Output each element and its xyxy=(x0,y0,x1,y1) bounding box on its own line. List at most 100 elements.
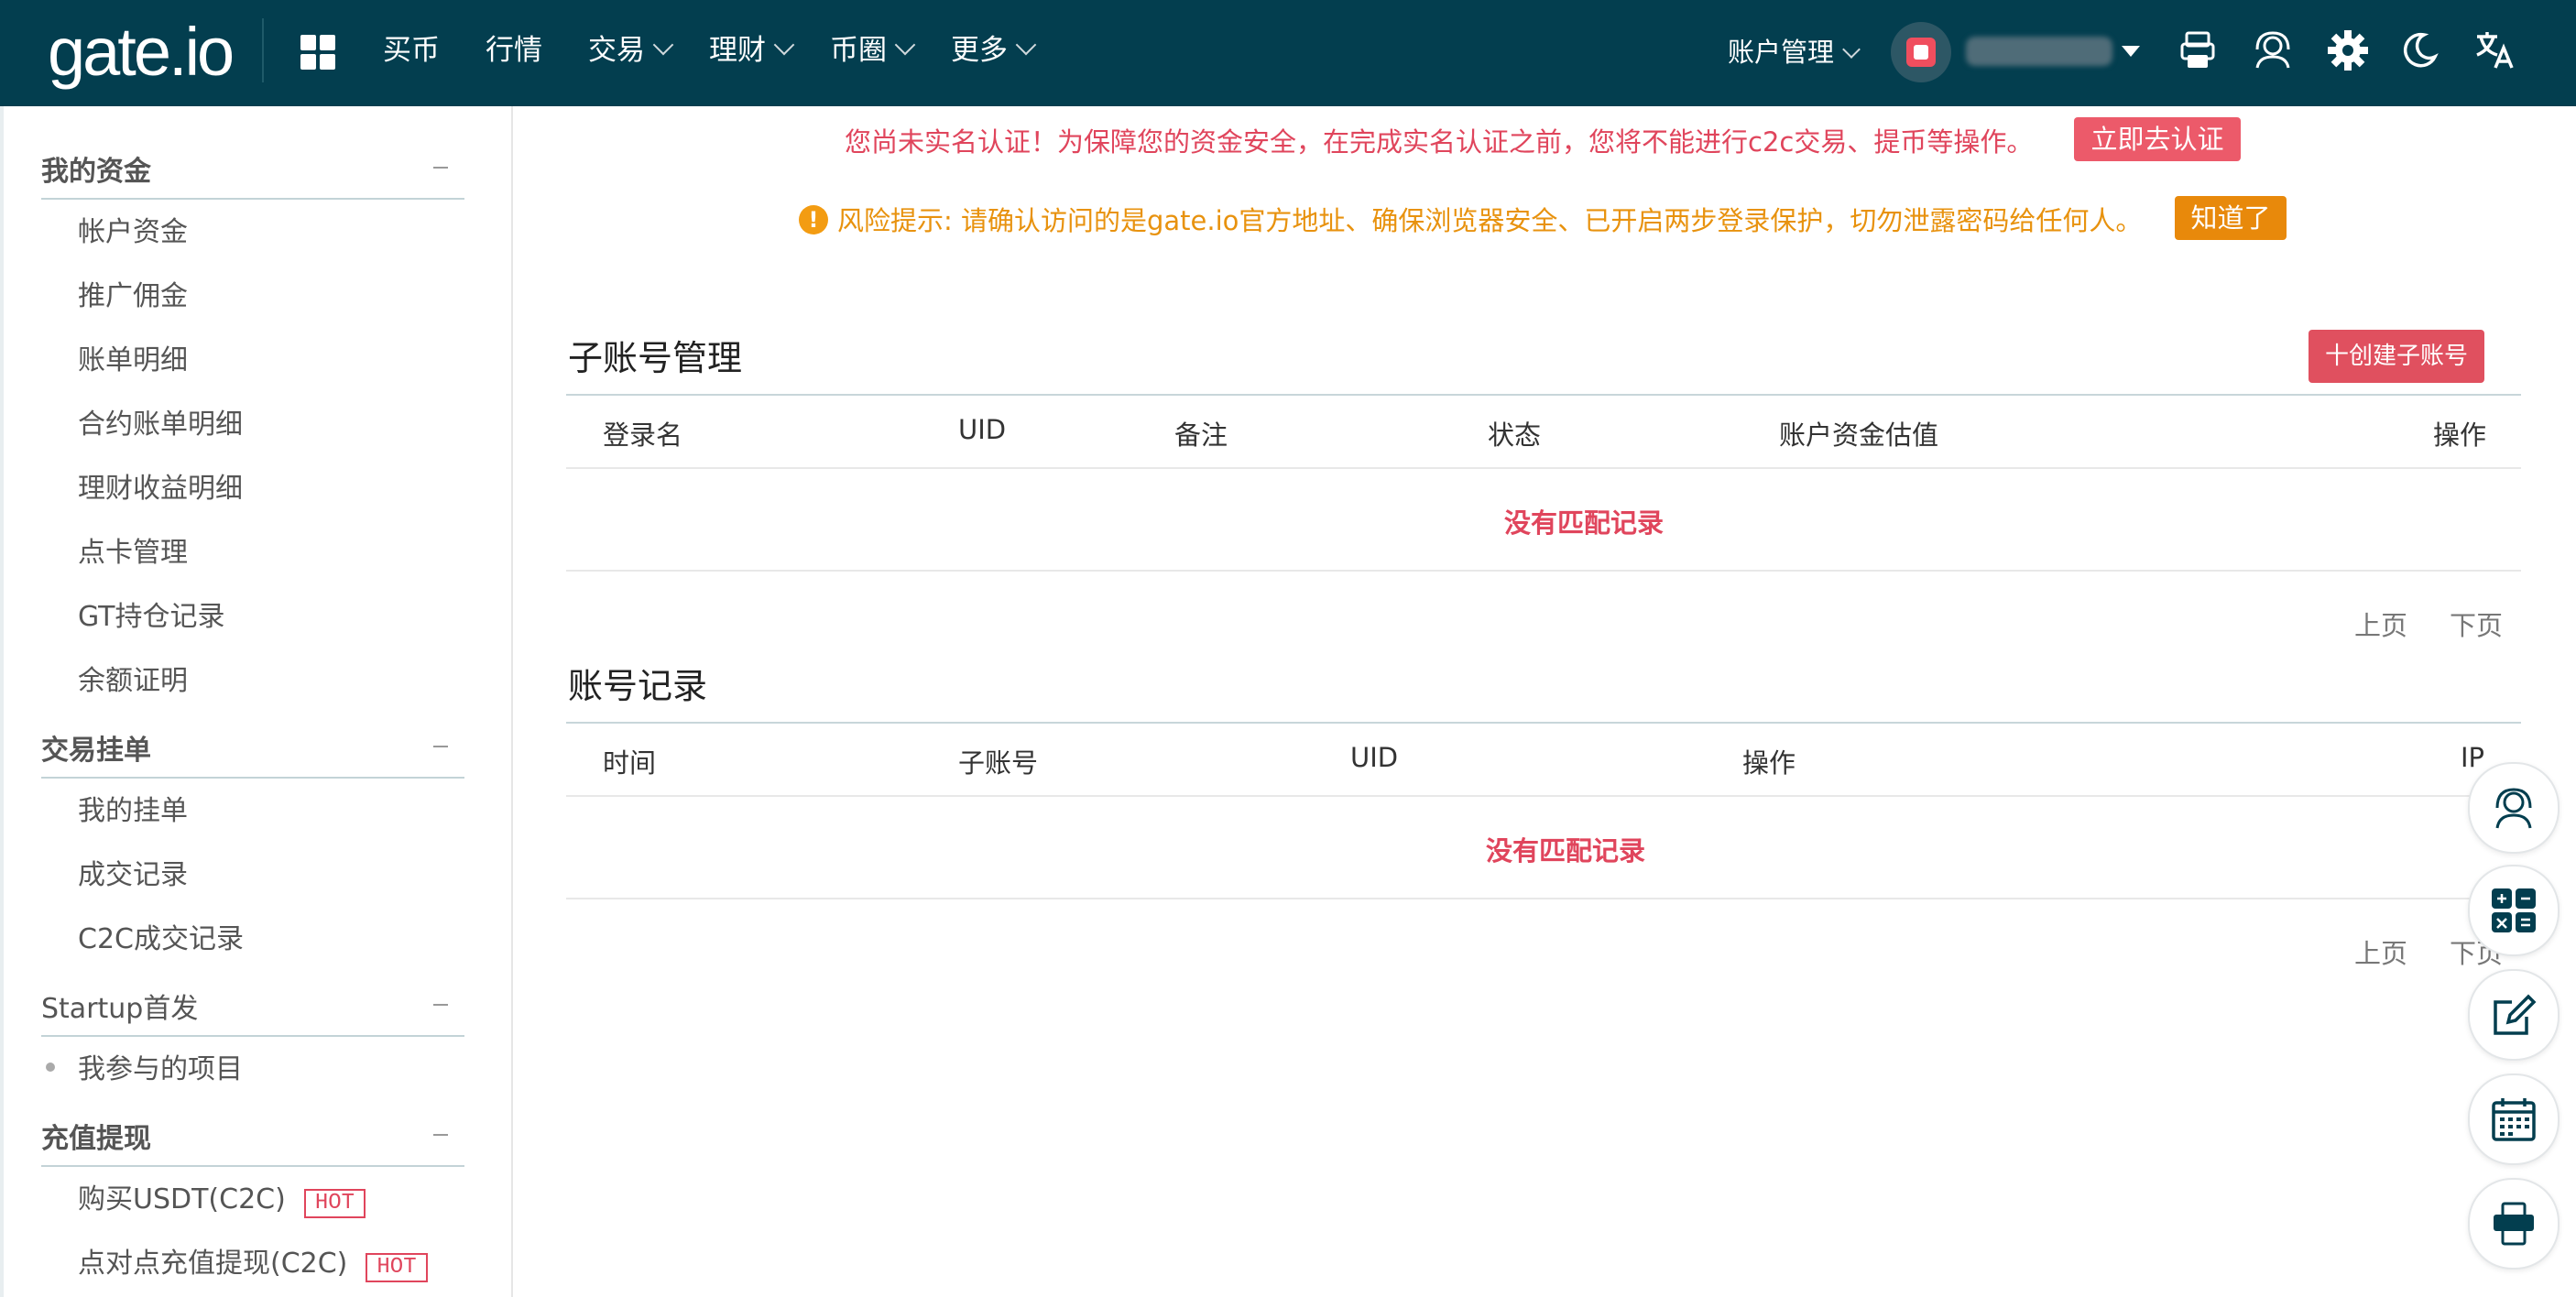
account-records-title: 账号记录 xyxy=(568,666,708,706)
risk-notice: 风险提示: 请确认访问的是gate.io官方地址、确保浏览器安全、已开启两步登录… xyxy=(837,205,2143,236)
logo-divider xyxy=(262,18,264,82)
sidebar-item-label: 理财收益明细 xyxy=(78,473,243,505)
collapse-icon[interactable] xyxy=(433,1004,448,1006)
bullet-icon xyxy=(46,1063,55,1072)
customer-service-icon xyxy=(2495,788,2532,829)
calendar-button[interactable] xyxy=(2468,1074,2560,1165)
next-page-button[interactable]: 下页 xyxy=(2450,605,2503,643)
chevron-down-icon xyxy=(1842,40,1861,59)
col-actions: 操作 xyxy=(2433,420,2487,451)
dark-mode-icon[interactable] xyxy=(2396,27,2442,73)
sidebar-item-my-orders[interactable]: 我的挂单 xyxy=(78,788,188,828)
table-divider xyxy=(566,394,2521,396)
nav-trade[interactable]: 交易 xyxy=(588,27,674,73)
hot-badge: HOT xyxy=(366,1253,428,1282)
chevron-down-icon xyxy=(1015,34,1037,56)
apps-grid-icon[interactable] xyxy=(300,35,335,70)
sidebar-item-label: 余额证明 xyxy=(78,665,188,697)
table-divider xyxy=(566,570,2521,572)
language-icon[interactable] xyxy=(2472,27,2517,73)
sidebar-item-label: 点对点充值提现(C2C) xyxy=(78,1248,348,1280)
sidebar-item-gt-holdings[interactable]: GT持仓记录 xyxy=(78,594,225,634)
sidebar-item-p2p-deposit[interactable]: 点对点充值提现(C2C) HOT xyxy=(78,1240,428,1282)
sidebar-item-referral-commission[interactable]: 推广佣金 xyxy=(78,273,188,313)
settings-icon[interactable] xyxy=(2325,27,2371,73)
app-button[interactable] xyxy=(2468,1178,2560,1270)
section-title: 充值提现 xyxy=(41,1123,151,1155)
edit-button[interactable] xyxy=(2468,969,2560,1061)
sidebar-item-label: 合约账单明细 xyxy=(78,409,243,441)
sidebar-item-point-card[interactable]: 点卡管理 xyxy=(78,529,188,570)
col-asset-valuation: 账户资金估值 xyxy=(1779,420,1939,451)
sidebar-section-deposit-withdraw[interactable]: 充值提现 xyxy=(41,1108,464,1167)
kyc-notice: 您尚未实名认证！为保障您的资金安全，在完成实名认证之前，您将不能进行c2c交易、… xyxy=(845,126,2034,158)
chevron-down-icon xyxy=(894,34,916,56)
sidebar-item-label: 推广佣金 xyxy=(78,280,188,312)
calculator-icon xyxy=(2492,888,2536,932)
gateio-logo[interactable]: gate.io xyxy=(48,13,235,92)
prev-page-button[interactable]: 上页 xyxy=(2354,932,2407,971)
app-icon xyxy=(2494,1202,2534,1246)
nav-label: 买币 xyxy=(383,34,440,67)
app-download-icon[interactable] xyxy=(2175,27,2221,73)
sidebar-item-trade-history[interactable]: 成交记录 xyxy=(78,852,188,892)
sidebar-section-orders[interactable]: 交易挂单 xyxy=(41,720,464,779)
sidebar-item-my-projects[interactable]: 我参与的项目 xyxy=(46,1046,243,1086)
sidebar-item-label: 我参与的项目 xyxy=(78,1053,243,1085)
empty-records: 没有匹配记录 xyxy=(1504,507,1665,539)
collapse-icon[interactable] xyxy=(433,1134,448,1136)
sidebar-item-label: GT持仓记录 xyxy=(78,601,225,633)
support-icon[interactable] xyxy=(2250,27,2296,73)
section-title: 交易挂单 xyxy=(41,735,151,767)
sidebar-item-bill-details[interactable]: 账单明细 xyxy=(78,337,188,377)
customer-service-button[interactable] xyxy=(2468,762,2560,854)
calculator-button[interactable] xyxy=(2468,865,2560,956)
sidebar-item-label: 我的挂单 xyxy=(78,795,188,827)
sidebar-item-earnings-details[interactable]: 理财收益明细 xyxy=(78,465,243,506)
avatar[interactable] xyxy=(1891,22,1951,82)
nav-markets[interactable]: 行情 xyxy=(486,27,542,73)
table-divider xyxy=(566,722,2521,724)
sidebar-item-futures-bills[interactable]: 合约账单明细 xyxy=(78,401,243,441)
collapse-icon[interactable] xyxy=(433,746,448,747)
username-blurred[interactable] xyxy=(1966,37,2112,66)
chevron-down-icon xyxy=(652,34,674,56)
nav-buy-coins[interactable]: 买币 xyxy=(383,27,440,73)
sidebar-edge xyxy=(0,106,4,1297)
prev-page-button[interactable]: 上页 xyxy=(2354,605,2407,643)
table-divider xyxy=(566,467,2521,469)
col-operation: 操作 xyxy=(1742,747,1796,779)
got-it-button[interactable]: 知道了 xyxy=(2175,196,2287,240)
sidebar-item-label: 帐户资金 xyxy=(78,216,188,248)
sidebar-item-account-funds[interactable]: 帐户资金 xyxy=(78,209,188,249)
top-navbar: gate.io 买币 行情 交易 理财 币圈 更多 账户管理 xyxy=(0,0,2576,106)
create-subaccount-button[interactable]: 十创建子账号 xyxy=(2309,330,2484,383)
nav-community[interactable]: 币圈 xyxy=(830,27,916,73)
collapse-icon[interactable] xyxy=(433,167,448,169)
edit-icon xyxy=(2494,994,2537,1035)
sidebar-item-label: 成交记录 xyxy=(78,859,188,891)
col-status: 状态 xyxy=(1488,420,1542,451)
sidebar-item-proof-of-reserves[interactable]: 余额证明 xyxy=(78,658,188,698)
caret-down-icon[interactable] xyxy=(2122,46,2140,57)
col-subaccount: 子账号 xyxy=(958,747,1039,779)
account-management-menu[interactable]: 账户管理 xyxy=(1728,29,1861,75)
nav-label: 交易 xyxy=(588,34,645,67)
sidebar-item-label: 账单明细 xyxy=(78,344,188,376)
account-menu-label: 账户管理 xyxy=(1728,37,1835,68)
sidebar-item-buy-usdt[interactable]: 购买USDT(C2C) HOT xyxy=(78,1176,366,1218)
nav-label: 币圈 xyxy=(830,34,887,67)
sidebar-section-funds[interactable]: 我的资金 xyxy=(41,141,464,200)
section-title: Startup首发 xyxy=(41,993,199,1025)
nav-finance[interactable]: 理财 xyxy=(709,27,795,73)
sidebar-section-startup[interactable]: Startup首发 xyxy=(41,978,464,1037)
hot-badge: HOT xyxy=(303,1189,366,1218)
verify-now-button[interactable]: 立即去认证 xyxy=(2074,117,2241,161)
sidebar-item-c2c-history[interactable]: C2C成交记录 xyxy=(78,916,244,956)
nav-more[interactable]: 更多 xyxy=(951,27,1037,73)
col-login-name: 登录名 xyxy=(603,420,683,451)
subaccount-title: 子账号管理 xyxy=(568,338,743,378)
empty-records: 没有匹配记录 xyxy=(1486,835,1646,866)
calendar-icon xyxy=(2492,1098,2536,1141)
nav-label: 更多 xyxy=(951,34,1008,67)
